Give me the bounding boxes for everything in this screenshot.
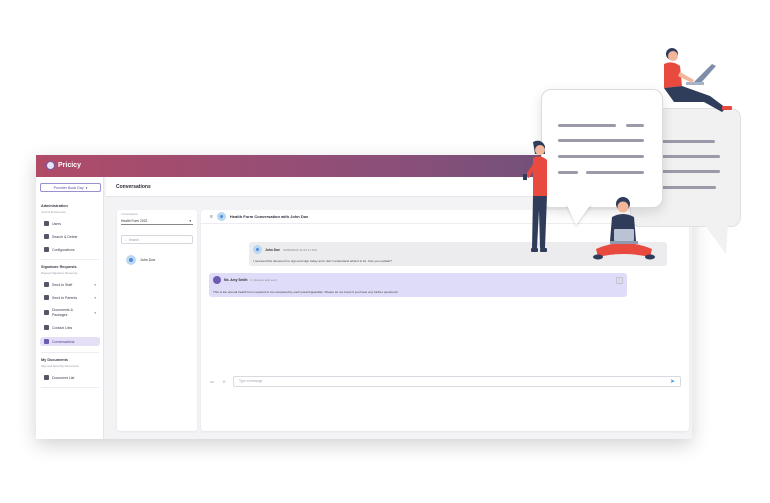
section-subtitle-signature-requests: Request Signature Response [41, 271, 78, 275]
divider [41, 259, 99, 260]
emoji-icon[interactable]: ☺ [221, 379, 227, 384]
chevron-down-icon: ▾ [94, 295, 96, 300]
list-item[interactable]: John Doe [126, 255, 155, 265]
divider [41, 352, 99, 353]
document-list-icon [44, 375, 49, 380]
divider [41, 387, 99, 388]
sidebar-item-label: Documents & Packages [52, 308, 74, 317]
section-title-administration: Administration [41, 204, 68, 208]
message-text: This is the annual health form required … [213, 290, 398, 294]
message-text: I received this document to sign and sig… [253, 259, 392, 263]
menu-icon[interactable]: ≡ [210, 214, 213, 220]
text-line [660, 170, 720, 173]
logo[interactable]: Pricicy [46, 161, 81, 170]
search-placeholder: Search [128, 237, 139, 242]
avatar [213, 276, 221, 284]
sidebar-item-send-to-parents[interactable]: Send to Parents ▾ [40, 293, 100, 302]
section-title-signature-requests: Signature Requests [41, 265, 77, 269]
send-staff-icon [44, 282, 49, 287]
sidebar-item-label: Conversations [52, 339, 75, 344]
text-line [586, 171, 644, 174]
text-line [660, 155, 720, 158]
chevron-down-icon: ▾ [85, 185, 88, 190]
provider-button-label: Provider Book Day [53, 185, 84, 190]
message-time: 02/08/2023 11:04:17 PM [283, 247, 317, 252]
avatar [253, 245, 262, 254]
message-outgoing: Ms. Amy Smith 4 minutes and sent This is… [209, 273, 627, 297]
sidebar: Provider Book Day ▾ Administration Contr… [36, 177, 104, 439]
conversation-select-label: Conversations [121, 213, 138, 216]
sidebar-item-conversations[interactable]: Conversations [40, 337, 100, 346]
sidebar-item-documents-packages[interactable]: Documents & Packages ▾ [40, 306, 100, 319]
speech-bubble-tail [566, 203, 592, 225]
message-placeholder: Type a message [239, 379, 263, 383]
chevron-down-icon: ▾ [94, 282, 96, 287]
sidebar-item-send-to-staff[interactable]: Send to Staff ▾ [40, 280, 100, 289]
sidebar-item-label: Configurations [52, 247, 75, 252]
text-line [558, 155, 644, 158]
sidebar-item-label: Users [52, 221, 62, 226]
section-title-my-documents: My Documents [41, 358, 69, 362]
avatar [126, 255, 136, 265]
page-title: Conversations [116, 184, 151, 190]
contact-name: John Doe [140, 258, 156, 262]
users-icon [44, 221, 49, 226]
text-line [660, 140, 715, 143]
text-line [626, 124, 644, 127]
conversation-select-value: Health Form 2022 [121, 218, 148, 223]
message-composer: ▭ ☺ Type a message ➤ [209, 374, 681, 388]
message-input[interactable]: Type a message ➤ [233, 375, 681, 387]
text-line [558, 139, 644, 142]
message-author: Ms. Amy Smith [224, 278, 248, 282]
text-line [558, 171, 578, 174]
sidebar-item-contact-lists[interactable]: Contact Lists [40, 323, 100, 332]
sidebar-item-search-delete[interactable]: Search & Delete [40, 232, 100, 241]
logo-icon [46, 161, 55, 170]
person-laptop-illustration [664, 48, 732, 112]
gear-icon [44, 247, 49, 252]
chevron-down-icon: ▾ [94, 310, 96, 315]
section-subtitle-my-documents: Sign and Send My Documents [41, 364, 79, 368]
conversation-select[interactable]: Health Form 2022 ▾ [121, 217, 193, 225]
send-parents-icon [44, 295, 49, 300]
text-line [558, 124, 616, 127]
contacts-icon [44, 325, 49, 330]
chat-icon [44, 339, 49, 344]
sidebar-item-label: Send to Staff [52, 282, 73, 287]
chat-title: Health Form Conversation with John Doe [229, 214, 309, 219]
text-line [660, 186, 716, 189]
speech-bubble-tail [704, 224, 728, 254]
message-author: John Doe [265, 247, 281, 252]
conversation-list-panel: Conversations Health Form 2022 ▾ ⌕ Searc… [117, 210, 197, 431]
logo-text: Pricicy [58, 162, 81, 169]
sidebar-item-users[interactable]: Users [40, 219, 100, 228]
avatar [216, 212, 226, 221]
search-icon: ⌕ [125, 237, 127, 242]
sidebar-item-label: Search & Delete [52, 234, 78, 239]
search-input[interactable]: ⌕ Search [121, 235, 193, 244]
sidebar-item-label: Send to Parents [52, 295, 78, 300]
message-time: 4 minutes and sent [250, 278, 277, 282]
person-sitting-illustration [593, 197, 655, 260]
send-icon[interactable]: ➤ [670, 378, 675, 385]
sidebar-item-document-list[interactable]: Document List [40, 373, 100, 382]
speech-bubble-illustration [541, 89, 663, 208]
sidebar-item-label: Contact Lists [52, 325, 73, 330]
message-meta: Ms. Amy Smith 4 minutes and sent [213, 276, 623, 284]
sidebar-item-configurations[interactable]: Configurations [40, 245, 100, 254]
provider-button[interactable]: Provider Book Day ▾ [40, 183, 101, 192]
search-delete-icon [44, 234, 49, 239]
stage: Pricicy Provider Book Day ▾ Administrati… [0, 0, 770, 503]
person-phone-illustration [523, 140, 547, 252]
gif-icon[interactable]: ▭ [209, 379, 215, 384]
chevron-down-icon: ▾ [189, 218, 191, 223]
sidebar-item-label: Document List [52, 375, 75, 380]
section-subtitle-administration: Control Preferences [41, 210, 66, 214]
documents-icon [44, 310, 49, 315]
more-options-icon[interactable]: ⋮ [616, 277, 623, 284]
